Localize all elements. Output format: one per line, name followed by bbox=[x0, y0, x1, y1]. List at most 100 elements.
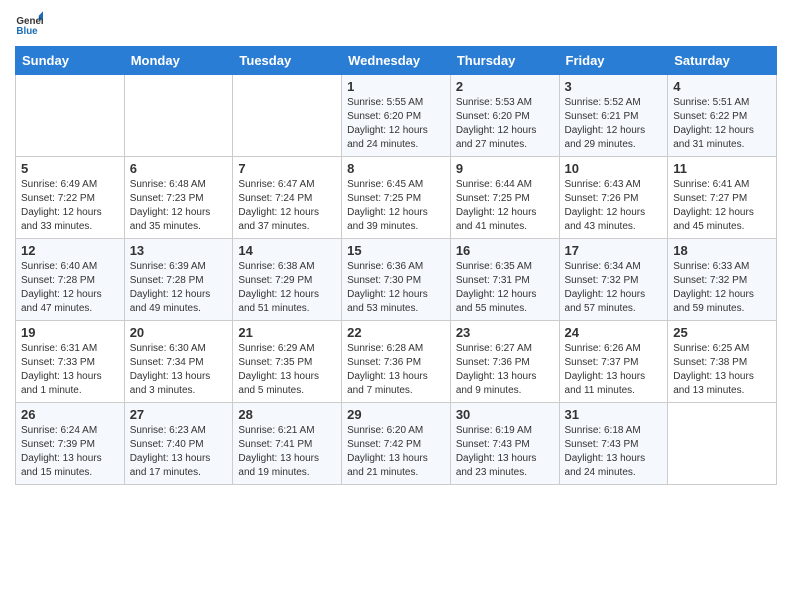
calendar: SundayMondayTuesdayWednesdayThursdayFrid… bbox=[15, 46, 777, 485]
day-number: 4 bbox=[673, 79, 771, 94]
calendar-cell: 13Sunrise: 6:39 AM Sunset: 7:28 PM Dayli… bbox=[124, 239, 233, 321]
calendar-cell: 29 Sunrise: 6:20 AM Sunset: 7:42 PM Dayli… bbox=[342, 403, 451, 485]
calendar-cell bbox=[668, 403, 777, 485]
calendar-cell: 4 Sunrise: 5:51 AM Sunset: 6:22 PM Daylig… bbox=[668, 75, 777, 157]
weekday-header-thursday: Thursday bbox=[450, 47, 559, 75]
svg-text:Blue: Blue bbox=[16, 26, 38, 37]
calendar-cell: 20Sunrise: 6:30 AM Sunset: 7:34 PM Dayli… bbox=[124, 321, 233, 403]
day-number: 10 bbox=[565, 161, 663, 176]
calendar-week-row: 1 Sunrise: 5:55 AM Sunset: 6:20 PM Daylig… bbox=[16, 75, 777, 157]
calendar-cell bbox=[233, 75, 342, 157]
calendar-cell: 21 Sunrise: 6:29 AM Sunset: 7:35 PM Dayli… bbox=[233, 321, 342, 403]
weekday-header-monday: Monday bbox=[124, 47, 233, 75]
calendar-week-row: 5 Sunrise: 6:49 AM Sunset: 7:22 PM Daylig… bbox=[16, 157, 777, 239]
day-info: Sunrise: 6:20 AM Sunset: 7:42 PM Dayligh… bbox=[347, 424, 445, 480]
calendar-cell: 15 Sunrise: 6:36 AM Sunset: 7:30 PM Dayli… bbox=[342, 239, 451, 321]
calendar-week-row: 12 Sunrise: 6:40 AM Sunset: 7:28 PM Dayli… bbox=[16, 239, 777, 321]
day-number: 22 bbox=[347, 325, 445, 340]
calendar-cell: 3Sunrise: 5:52 AM Sunset: 6:21 PM Daylig… bbox=[559, 75, 668, 157]
calendar-cell: 2Sunrise: 5:53 AM Sunset: 6:20 PM Daylig… bbox=[450, 75, 559, 157]
day-info: Sunrise: 5:55 AM Sunset: 6:20 PM Dayligh… bbox=[347, 96, 445, 152]
calendar-cell bbox=[124, 75, 233, 157]
logo: General Blue bbox=[15, 10, 47, 38]
day-info: Sunrise: 6:40 AM Sunset: 7:28 PM Dayligh… bbox=[21, 260, 119, 316]
day-number: 8 bbox=[347, 161, 445, 176]
day-number: 15 bbox=[347, 243, 445, 258]
day-info: Sunrise: 6:36 AM Sunset: 7:30 PM Dayligh… bbox=[347, 260, 445, 316]
day-number: 30 bbox=[456, 407, 554, 422]
day-number: 9 bbox=[456, 161, 554, 176]
day-info: Sunrise: 6:41 AM Sunset: 7:27 PM Dayligh… bbox=[673, 178, 771, 234]
day-number: 13 bbox=[130, 243, 228, 258]
logo-icon: General Blue bbox=[15, 10, 43, 38]
calendar-cell: 14Sunrise: 6:38 AM Sunset: 7:29 PM Dayli… bbox=[233, 239, 342, 321]
day-info: Sunrise: 6:48 AM Sunset: 7:23 PM Dayligh… bbox=[130, 178, 228, 234]
calendar-cell: 24Sunrise: 6:26 AM Sunset: 7:37 PM Dayli… bbox=[559, 321, 668, 403]
day-number: 31 bbox=[565, 407, 663, 422]
day-info: Sunrise: 6:24 AM Sunset: 7:39 PM Dayligh… bbox=[21, 424, 119, 480]
calendar-cell: 8 Sunrise: 6:45 AM Sunset: 7:25 PM Daylig… bbox=[342, 157, 451, 239]
calendar-week-row: 19 Sunrise: 6:31 AM Sunset: 7:33 PM Dayli… bbox=[16, 321, 777, 403]
calendar-cell: 23Sunrise: 6:27 AM Sunset: 7:36 PM Dayli… bbox=[450, 321, 559, 403]
calendar-cell: 28 Sunrise: 6:21 AM Sunset: 7:41 PM Dayli… bbox=[233, 403, 342, 485]
calendar-cell: 22 Sunrise: 6:28 AM Sunset: 7:36 PM Dayli… bbox=[342, 321, 451, 403]
calendar-cell: 12 Sunrise: 6:40 AM Sunset: 7:28 PM Dayli… bbox=[16, 239, 125, 321]
calendar-cell: 31 Sunrise: 6:18 AM Sunset: 7:43 PM Dayli… bbox=[559, 403, 668, 485]
day-info: Sunrise: 6:47 AM Sunset: 7:24 PM Dayligh… bbox=[238, 178, 336, 234]
day-info: Sunrise: 6:25 AM Sunset: 7:38 PM Dayligh… bbox=[673, 342, 771, 398]
day-info: Sunrise: 5:53 AM Sunset: 6:20 PM Dayligh… bbox=[456, 96, 554, 152]
calendar-cell: 5 Sunrise: 6:49 AM Sunset: 7:22 PM Daylig… bbox=[16, 157, 125, 239]
day-number: 14 bbox=[238, 243, 336, 258]
weekday-header-wednesday: Wednesday bbox=[342, 47, 451, 75]
day-number: 21 bbox=[238, 325, 336, 340]
day-number: 28 bbox=[238, 407, 336, 422]
calendar-cell: 10Sunrise: 6:43 AM Sunset: 7:26 PM Dayli… bbox=[559, 157, 668, 239]
day-number: 29 bbox=[347, 407, 445, 422]
day-number: 17 bbox=[565, 243, 663, 258]
calendar-cell: 9 Sunrise: 6:44 AM Sunset: 7:25 PM Daylig… bbox=[450, 157, 559, 239]
day-number: 5 bbox=[21, 161, 119, 176]
calendar-cell: 11 Sunrise: 6:41 AM Sunset: 7:27 PM Dayli… bbox=[668, 157, 777, 239]
day-number: 1 bbox=[347, 79, 445, 94]
day-number: 18 bbox=[673, 243, 771, 258]
calendar-cell: 6 Sunrise: 6:48 AM Sunset: 7:23 PM Daylig… bbox=[124, 157, 233, 239]
day-number: 20 bbox=[130, 325, 228, 340]
weekday-header-friday: Friday bbox=[559, 47, 668, 75]
day-number: 26 bbox=[21, 407, 119, 422]
calendar-cell: 1 Sunrise: 5:55 AM Sunset: 6:20 PM Daylig… bbox=[342, 75, 451, 157]
calendar-cell: 7 Sunrise: 6:47 AM Sunset: 7:24 PM Daylig… bbox=[233, 157, 342, 239]
weekday-header-saturday: Saturday bbox=[668, 47, 777, 75]
day-number: 19 bbox=[21, 325, 119, 340]
day-number: 27 bbox=[130, 407, 228, 422]
day-info: Sunrise: 6:18 AM Sunset: 7:43 PM Dayligh… bbox=[565, 424, 663, 480]
header: General Blue bbox=[15, 10, 777, 38]
day-info: Sunrise: 6:29 AM Sunset: 7:35 PM Dayligh… bbox=[238, 342, 336, 398]
calendar-cell: 19 Sunrise: 6:31 AM Sunset: 7:33 PM Dayli… bbox=[16, 321, 125, 403]
weekday-header-row: SundayMondayTuesdayWednesdayThursdayFrid… bbox=[16, 47, 777, 75]
day-info: Sunrise: 6:45 AM Sunset: 7:25 PM Dayligh… bbox=[347, 178, 445, 234]
day-info: Sunrise: 6:28 AM Sunset: 7:36 PM Dayligh… bbox=[347, 342, 445, 398]
day-info: Sunrise: 6:33 AM Sunset: 7:32 PM Dayligh… bbox=[673, 260, 771, 316]
day-info: Sunrise: 6:49 AM Sunset: 7:22 PM Dayligh… bbox=[21, 178, 119, 234]
day-number: 11 bbox=[673, 161, 771, 176]
day-info: Sunrise: 6:34 AM Sunset: 7:32 PM Dayligh… bbox=[565, 260, 663, 316]
calendar-cell: 16Sunrise: 6:35 AM Sunset: 7:31 PM Dayli… bbox=[450, 239, 559, 321]
day-info: Sunrise: 6:19 AM Sunset: 7:43 PM Dayligh… bbox=[456, 424, 554, 480]
day-info: Sunrise: 5:51 AM Sunset: 6:22 PM Dayligh… bbox=[673, 96, 771, 152]
day-info: Sunrise: 6:21 AM Sunset: 7:41 PM Dayligh… bbox=[238, 424, 336, 480]
calendar-week-row: 26 Sunrise: 6:24 AM Sunset: 7:39 PM Dayli… bbox=[16, 403, 777, 485]
day-number: 7 bbox=[238, 161, 336, 176]
day-number: 6 bbox=[130, 161, 228, 176]
day-info: Sunrise: 6:44 AM Sunset: 7:25 PM Dayligh… bbox=[456, 178, 554, 234]
calendar-cell: 30 Sunrise: 6:19 AM Sunset: 7:43 PM Dayli… bbox=[450, 403, 559, 485]
day-info: Sunrise: 6:23 AM Sunset: 7:40 PM Dayligh… bbox=[130, 424, 228, 480]
calendar-cell: 27 Sunrise: 6:23 AM Sunset: 7:40 PM Dayli… bbox=[124, 403, 233, 485]
day-info: Sunrise: 6:31 AM Sunset: 7:33 PM Dayligh… bbox=[21, 342, 119, 398]
day-info: Sunrise: 6:35 AM Sunset: 7:31 PM Dayligh… bbox=[456, 260, 554, 316]
weekday-header-sunday: Sunday bbox=[16, 47, 125, 75]
day-number: 25 bbox=[673, 325, 771, 340]
day-number: 12 bbox=[21, 243, 119, 258]
day-info: Sunrise: 6:26 AM Sunset: 7:37 PM Dayligh… bbox=[565, 342, 663, 398]
weekday-header-tuesday: Tuesday bbox=[233, 47, 342, 75]
day-info: Sunrise: 6:27 AM Sunset: 7:36 PM Dayligh… bbox=[456, 342, 554, 398]
